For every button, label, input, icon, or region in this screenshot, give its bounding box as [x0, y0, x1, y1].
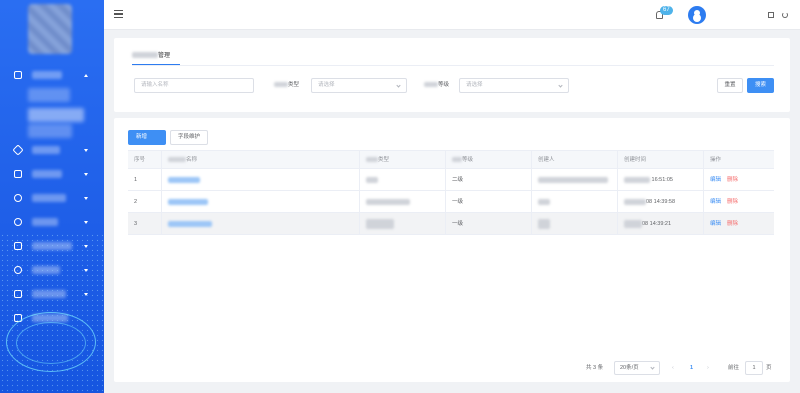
page-unit-label: 页	[766, 365, 772, 371]
sidebar-item-4[interactable]	[0, 190, 104, 206]
sidebar-item-3[interactable]	[0, 166, 104, 182]
sidebar-item-label	[32, 170, 62, 178]
sidebar-item-2[interactable]	[0, 142, 104, 158]
top-header: 67	[104, 0, 800, 30]
calendar-icon	[14, 170, 22, 178]
security-icon	[14, 218, 22, 226]
power-icon[interactable]	[782, 12, 788, 18]
table-row: 3 一级 08 14:39:21 编辑 删除	[128, 213, 774, 235]
name-search-input[interactable]: 请输入名称	[134, 78, 254, 93]
level-label: 等级	[424, 78, 449, 93]
table-row: 2 一级 08 14:39:58 编辑 删除	[128, 191, 774, 213]
type-select[interactable]: 请选择	[311, 78, 407, 93]
column-header: 创建人	[532, 151, 618, 168]
level-select[interactable]: 请选择	[459, 78, 569, 93]
decorative-ring	[16, 322, 86, 364]
chevron-up-icon	[84, 73, 88, 77]
field-maintain-button[interactable]: 字段维护	[170, 130, 208, 145]
chevron-down-icon	[84, 196, 88, 200]
name-link[interactable]	[168, 198, 208, 205]
tab-divider	[132, 65, 774, 66]
sidebar-item-label	[32, 218, 58, 226]
column-header: 等级	[446, 151, 532, 168]
name-link[interactable]	[168, 176, 200, 183]
column-header: 创建时间	[618, 151, 704, 168]
edit-link[interactable]: 编辑	[710, 199, 721, 205]
pagination-total: 共 3 条	[586, 365, 604, 371]
type-label: 类型	[274, 78, 299, 93]
notification-badge: 67	[660, 6, 673, 15]
sidebar-item-label	[32, 71, 62, 79]
chevron-down-icon	[650, 365, 655, 370]
page-size-select[interactable]: 20条/页	[614, 361, 660, 375]
chevron-down-icon	[84, 172, 88, 176]
sidebar-subitem-active[interactable]	[28, 108, 84, 122]
chevron-down-icon	[84, 148, 88, 152]
sidebar-subitem[interactable]	[28, 88, 70, 102]
app-logo	[28, 4, 72, 54]
column-header: 序号	[128, 151, 162, 168]
shield-icon	[14, 194, 22, 202]
delete-link[interactable]: 删除	[727, 177, 738, 183]
sidebar	[0, 0, 104, 393]
data-table: 序号 名称 类型 等级 创建人 创建时间 操作 1 二级 16:51:05 编辑…	[128, 150, 774, 235]
goto-label: 前往	[728, 365, 740, 371]
page-title[interactable]: 管理	[132, 50, 170, 59]
monitor-icon	[14, 71, 22, 79]
layers-icon	[12, 144, 24, 156]
chevron-down-icon	[558, 83, 563, 88]
filter-card	[114, 38, 790, 112]
fullscreen-icon[interactable]	[768, 12, 774, 18]
sidebar-item-label	[32, 194, 66, 202]
column-header: 操作	[710, 157, 722, 163]
avatar[interactable]	[688, 6, 706, 24]
delete-link[interactable]: 删除	[727, 199, 738, 205]
add-button[interactable]: 新增	[128, 130, 166, 145]
search-button[interactable]: 搜索	[747, 78, 774, 93]
edit-link[interactable]: 编辑	[710, 177, 721, 183]
reset-button[interactable]: 重置	[717, 78, 743, 93]
table-row: 1 二级 16:51:05 编辑 删除	[128, 169, 774, 191]
menu-toggle-icon[interactable]	[114, 10, 123, 18]
sidebar-item-label	[32, 146, 60, 154]
sidebar-subitem[interactable]	[28, 124, 72, 138]
goto-page-input[interactable]: 1	[745, 361, 763, 375]
prev-page-button[interactable]: ‹	[672, 361, 674, 375]
table-header-row: 序号 名称 类型 等级 创建人 创建时间 操作	[128, 150, 774, 169]
chevron-down-icon	[84, 220, 88, 224]
name-link[interactable]	[168, 220, 212, 227]
delete-link[interactable]: 删除	[727, 221, 738, 227]
next-page-button[interactable]: ›	[707, 361, 709, 375]
current-page[interactable]: 1	[690, 361, 693, 375]
edit-link[interactable]: 编辑	[710, 221, 721, 227]
column-header: 名称	[162, 151, 360, 168]
sidebar-item-1[interactable]	[0, 67, 104, 83]
column-header: 类型	[360, 151, 446, 168]
chevron-down-icon	[396, 83, 401, 88]
sidebar-item-5[interactable]	[0, 214, 104, 230]
